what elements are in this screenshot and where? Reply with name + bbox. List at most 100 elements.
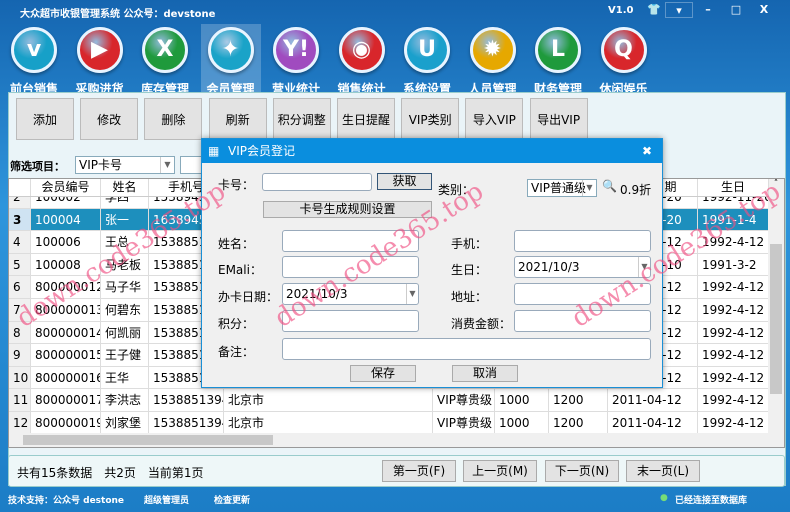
table-cell: 3 bbox=[9, 208, 31, 231]
table-cell: 1992-4-12 bbox=[698, 366, 769, 389]
table-cell: 15388513945 bbox=[149, 389, 224, 411]
table-cell: 何碧东 bbox=[101, 299, 149, 321]
table-cell: 1200 bbox=[549, 412, 608, 434]
nav-3[interactable]: ✦ 会员管理 bbox=[200, 24, 261, 96]
phone-input[interactable] bbox=[514, 230, 651, 252]
table-cell: 1991-3-2 bbox=[698, 253, 769, 276]
table-cell: 1992-4-12 bbox=[698, 344, 769, 366]
search-icon[interactable]: 🔍 bbox=[602, 179, 617, 193]
nav-icon: Y! bbox=[273, 27, 319, 73]
table-cell: 王华 bbox=[101, 366, 149, 389]
nav-5[interactable]: ◉ 销售统计 bbox=[332, 24, 392, 96]
issue-date-picker[interactable]: 2021/10/3 ▼ bbox=[282, 283, 419, 305]
issue-date-value: 2021/10/3 bbox=[286, 287, 348, 301]
toolbar-button[interactable]: 修改 bbox=[80, 98, 139, 140]
check-update-link[interactable]: 检查更新 bbox=[214, 493, 250, 506]
nav-icon: ✦ bbox=[207, 27, 254, 73]
toolbar-button[interactable]: 积分调整 bbox=[272, 98, 331, 140]
toolbar-button[interactable]: 导入VIP bbox=[465, 98, 524, 140]
skin-icon[interactable]: 👕 bbox=[640, 2, 668, 18]
toolbar-button[interactable]: 删除 bbox=[144, 98, 203, 140]
nav-icon: ◉ bbox=[338, 27, 385, 73]
table-cell: 10 bbox=[9, 366, 31, 389]
table-cell: 北京市 bbox=[224, 412, 433, 434]
nav-6[interactable]: U 系统设置 bbox=[397, 24, 457, 96]
table-row[interactable]: 11800000017李洪志15388513945北京市VIP尊贵级100012… bbox=[9, 389, 769, 412]
table-cell: 9 bbox=[9, 344, 31, 366]
dialog-title: VIP会员登记 bbox=[228, 144, 295, 158]
category-select[interactable]: VIP普通级 ▼ bbox=[527, 179, 597, 197]
column-header[interactable]: 姓名 bbox=[101, 179, 149, 196]
nav-8[interactable]: L 财务管理 bbox=[528, 24, 588, 96]
email-input[interactable] bbox=[282, 256, 419, 278]
table-cell: 马老板 bbox=[101, 253, 149, 276]
horizontal-scrollbar[interactable] bbox=[9, 433, 784, 447]
table-cell: 800000015 bbox=[31, 344, 101, 366]
chevron-down-icon: ▼ bbox=[160, 157, 174, 173]
first-page-button[interactable]: 第一页(F) bbox=[382, 460, 456, 482]
nav-7[interactable]: ✹ 人员管理 bbox=[463, 24, 523, 96]
table-cell: 11 bbox=[9, 389, 31, 411]
toolbar-button[interactable]: VIP类别 bbox=[401, 98, 460, 140]
toolbar-button[interactable]: 生日提醒 bbox=[337, 98, 395, 140]
db-status: 已经连接至数据库 bbox=[675, 496, 748, 506]
dialog-close-icon[interactable]: ✖ bbox=[642, 139, 652, 163]
maximize-button[interactable]: □ bbox=[722, 2, 750, 18]
grid-icon: ▦ bbox=[208, 144, 220, 158]
nav-icon: ▶ bbox=[76, 27, 123, 73]
table-cell: 12 bbox=[9, 412, 31, 434]
cancel-button[interactable]: 取消 bbox=[452, 365, 518, 382]
last-page-button[interactable]: 末一页(L) bbox=[626, 460, 700, 482]
spend-input[interactable] bbox=[514, 310, 651, 332]
birthday-picker[interactable]: 2021/10/3 ▼ bbox=[514, 256, 651, 278]
table-cell: 100004 bbox=[31, 208, 101, 231]
menu-button[interactable]: ▾ bbox=[665, 2, 693, 18]
close-button[interactable]: X bbox=[750, 2, 778, 18]
minimize-button[interactable]: – bbox=[694, 2, 722, 18]
column-header[interactable]: 生日 bbox=[698, 179, 769, 196]
table-row[interactable]: 12800000019刘家堡15388513945北京市VIP尊贵级100012… bbox=[9, 412, 769, 435]
category-label: 类别： bbox=[438, 183, 475, 197]
points-input[interactable] bbox=[282, 310, 419, 332]
issue-date-label: 办卡日期： bbox=[218, 290, 279, 304]
toolbar-button[interactable]: 刷新 bbox=[208, 98, 267, 140]
vertical-scrollbar[interactable]: ˄ bbox=[768, 179, 784, 433]
address-label: 地址： bbox=[451, 290, 488, 304]
nav-0[interactable]: v 前台销售 bbox=[4, 24, 64, 96]
name-input[interactable] bbox=[282, 230, 419, 252]
column-header[interactable] bbox=[9, 179, 31, 196]
chevron-down-icon: ▼ bbox=[406, 284, 418, 304]
birthday-value: 2021/10/3 bbox=[518, 260, 580, 274]
nav-9[interactable]: Q 休闲娱乐 bbox=[594, 24, 654, 96]
prev-page-button[interactable]: 上一页(M) bbox=[463, 460, 537, 482]
table-cell: 800000017 bbox=[31, 389, 101, 411]
card-input[interactable] bbox=[262, 173, 372, 191]
fetch-button[interactable]: 获取 bbox=[377, 173, 432, 190]
nav-4[interactable]: Y! 营业统计 bbox=[266, 24, 326, 96]
column-header[interactable]: 会员编号 bbox=[31, 179, 101, 196]
table-cell: 2011-04-12 bbox=[608, 389, 698, 411]
card-rule-button[interactable]: 卡号生成规则设置 bbox=[263, 201, 432, 218]
dialog-title-bar: ▦ VIP会员登记 ✖ bbox=[202, 139, 662, 163]
chevron-down-icon: ▼ bbox=[582, 180, 596, 196]
address-input[interactable] bbox=[514, 283, 651, 305]
nav-icon: v bbox=[11, 27, 57, 73]
table-cell: 1992-4-12 bbox=[698, 276, 769, 298]
save-button[interactable]: 保存 bbox=[350, 365, 416, 382]
vip-register-dialog: ▦ VIP会员登记 ✖ 卡号： 获取 卡号生成规则设置 类别： VIP普通级 ▼ … bbox=[201, 138, 663, 388]
table-cell: 800000012 bbox=[31, 276, 101, 298]
nav-2[interactable]: X 库存管理 bbox=[135, 24, 195, 96]
table-cell: 800000019 bbox=[31, 412, 101, 434]
table-cell: 7 bbox=[9, 299, 31, 321]
next-page-button[interactable]: 下一页(N) bbox=[545, 460, 619, 482]
table-cell: 8 bbox=[9, 321, 31, 344]
toolbar-button[interactable]: 导出VIP bbox=[529, 98, 588, 140]
table-cell: 王子健 bbox=[101, 344, 149, 366]
spend-label: 消费金额： bbox=[451, 317, 512, 331]
table-cell: 1992-4-12 bbox=[698, 231, 769, 253]
filter-select[interactable]: VIP卡号 ▼ bbox=[75, 156, 175, 174]
table-cell: 刘家堡 bbox=[101, 412, 149, 434]
nav-1[interactable]: ▶ 采购进货 bbox=[70, 24, 130, 96]
toolbar-button[interactable]: 添加 bbox=[16, 98, 74, 140]
note-input[interactable] bbox=[282, 338, 651, 360]
